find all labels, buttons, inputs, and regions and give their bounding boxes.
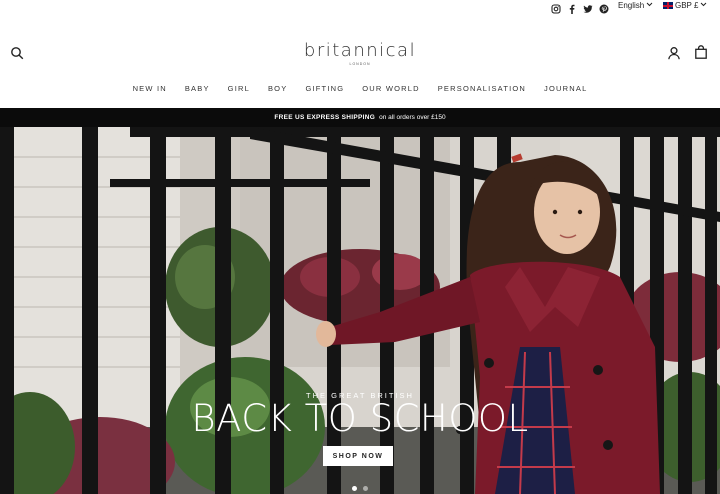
chevron-down-icon	[646, 2, 653, 9]
nav-item-new-in[interactable]: NEW IN	[133, 84, 167, 93]
site-header: britannical LONDON NEW IN BABY GIRL BOY …	[0, 14, 720, 108]
chevron-down-icon	[700, 2, 707, 9]
pinterest-icon[interactable]	[599, 1, 609, 14]
uk-flag-icon	[663, 2, 673, 9]
announcement-text: on all orders over £150	[379, 114, 446, 121]
logo-subtitle: LONDON	[349, 62, 371, 66]
nav-item-our-world[interactable]: OUR WORLD	[362, 84, 419, 93]
account-icon[interactable]	[667, 46, 681, 60]
language-selector[interactable]: English	[618, 1, 653, 10]
main-navigation: NEW IN BABY GIRL BOY GIFTING OUR WORLD P…	[0, 84, 720, 93]
slide-dot-2[interactable]	[363, 486, 368, 491]
slideshow-dots	[0, 486, 720, 491]
slide-dot-1[interactable]	[352, 486, 357, 491]
social-links	[551, 1, 609, 14]
currency-label: GBP £	[675, 1, 699, 10]
language-label: English	[618, 1, 645, 10]
nav-item-girl[interactable]: GIRL	[228, 84, 250, 93]
nav-item-boy[interactable]: BOY	[268, 84, 287, 93]
nav-item-baby[interactable]: BABY	[185, 84, 210, 93]
site-logo[interactable]: britannical LONDON	[0, 40, 720, 66]
nav-item-journal[interactable]: JOURNAL	[544, 84, 587, 93]
hero-banner[interactable]: THE GREAT BRITISH BACK TO SCHOOL SHOP NO…	[0, 127, 720, 494]
facebook-icon[interactable]	[567, 1, 577, 14]
shopping-bag-icon[interactable]	[694, 45, 708, 59]
instagram-icon[interactable]	[551, 1, 561, 14]
hero-title: BACK TO SCHOOL	[191, 397, 529, 440]
announcement-bar[interactable]: FREE US EXPRESS SHIPPING on all orders o…	[0, 108, 720, 127]
currency-selector[interactable]: GBP £	[663, 1, 707, 10]
shop-now-button[interactable]: SHOP NOW	[323, 446, 393, 466]
nav-item-personalisation[interactable]: PERSONALISATION	[438, 84, 526, 93]
twitter-icon[interactable]	[583, 1, 593, 13]
nav-item-gifting[interactable]: GIFTING	[305, 84, 344, 93]
announcement-highlight: FREE US EXPRESS SHIPPING	[274, 114, 376, 121]
utility-bar: English GBP £	[0, 0, 720, 14]
logo-wordmark: britannical	[303, 40, 417, 61]
